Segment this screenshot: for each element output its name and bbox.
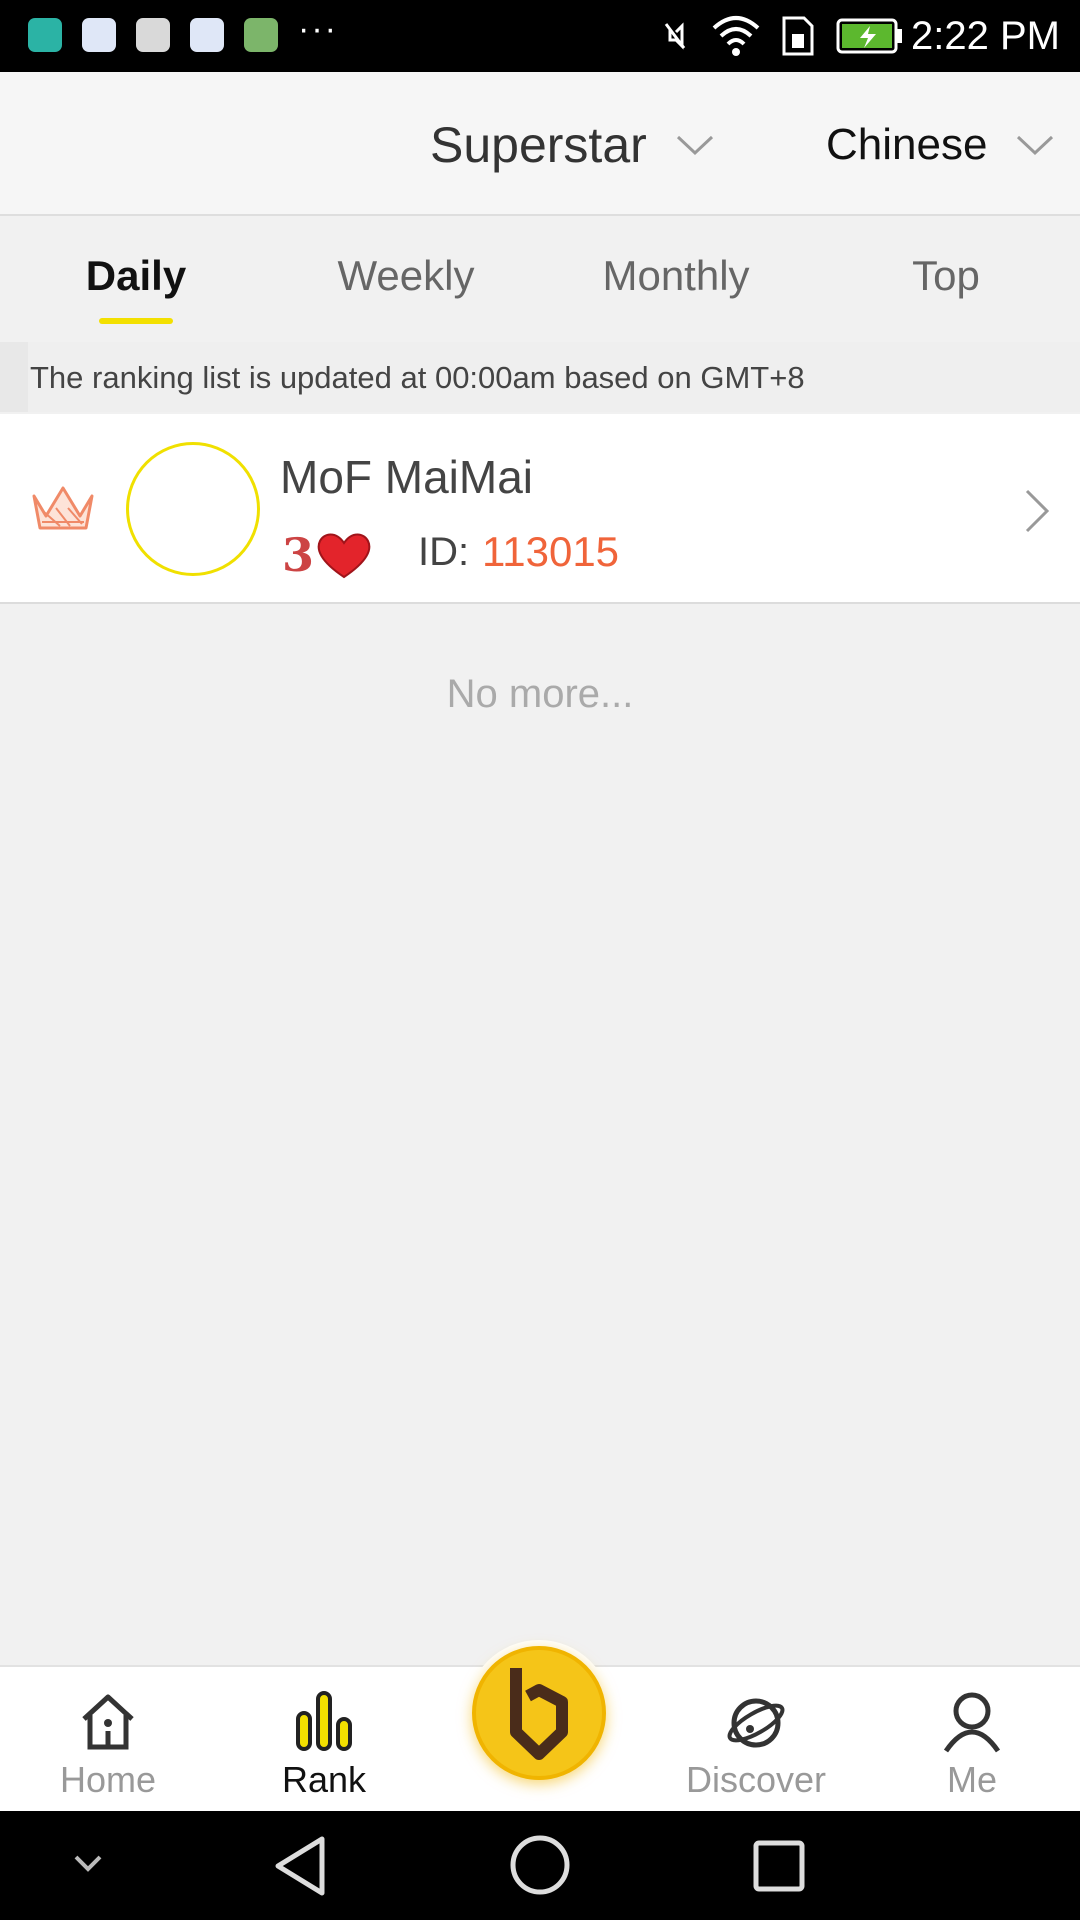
end-of-list-text: No more... [446, 672, 634, 716]
nav-label: Me [946, 1759, 997, 1800]
chevron-down-icon [1017, 135, 1054, 156]
nav-label: Discover [685, 1759, 827, 1800]
category-label: Superstar [430, 117, 647, 173]
crown-icon [32, 486, 94, 530]
ranking-list-item[interactable]: MoF MaiMai 3 ID: 113015 [0, 414, 1080, 604]
home-icon [82, 1694, 134, 1750]
chevron-down-icon [676, 135, 713, 156]
tab-weekly[interactable]: Weekly [296, 252, 516, 300]
nav-rank[interactable]: Rank [244, 1677, 404, 1801]
home-circle-icon[interactable] [508, 1833, 572, 1897]
muted-icon [664, 22, 686, 50]
active-tab-indicator [99, 318, 173, 324]
rank-bars-icon [296, 1691, 352, 1751]
back-icon[interactable] [272, 1835, 328, 1897]
tab-label: Weekly [337, 252, 475, 299]
font-app-icon [136, 18, 170, 52]
status-bar: ··· 2:22 PM [0, 0, 1080, 72]
brand-logo-icon [510, 1668, 568, 1760]
nav-discover[interactable]: Discover [676, 1677, 836, 1801]
heart-icon [317, 533, 371, 579]
language-label: Chinese [826, 120, 988, 169]
user-name: MoF MaiMai [280, 451, 534, 503]
level-number: 3 [282, 528, 315, 582]
center-action-button[interactable] [466, 1640, 612, 1786]
nav-me[interactable]: Me [892, 1677, 1052, 1801]
tab-label: Top [912, 252, 980, 299]
tab-label: Monthly [602, 252, 750, 299]
notice-text: The ranking list is updated at 00:00am b… [30, 360, 805, 395]
wifi-icon [712, 16, 760, 56]
battery-charging-icon [836, 18, 902, 54]
notice-marker [0, 342, 28, 412]
nav-label: Home [59, 1759, 157, 1800]
level-badge: 3 [282, 528, 372, 582]
category-dropdown[interactable]: Superstar [430, 116, 715, 174]
top-header: Superstar Chinese [0, 72, 1080, 216]
tab-label: Daily [85, 252, 187, 299]
period-tabs: Daily Weekly Monthly Top [0, 218, 1080, 340]
avatar[interactable] [126, 442, 260, 576]
baidu-icon [82, 18, 116, 52]
planet-icon [727, 1698, 785, 1748]
overflow-dots: ··· [298, 10, 338, 48]
user-id-value: 113015 [482, 528, 620, 575]
baidu-icon [190, 18, 224, 52]
language-dropdown[interactable]: Chinese [826, 120, 1055, 170]
sim-icon [782, 16, 814, 56]
telegram-icon [244, 18, 278, 52]
user-id-label: ID: [418, 530, 470, 574]
tab-top[interactable]: Top [836, 252, 1056, 300]
system-navigation-bar [0, 1811, 1080, 1920]
tab-daily[interactable]: Daily [26, 252, 246, 324]
person-icon [943, 1692, 1001, 1753]
clock-time: 2:22 PM [911, 14, 1060, 58]
collapse-icon[interactable] [72, 1851, 104, 1875]
nav-label: Rank [281, 1759, 367, 1800]
ranking-update-notice: The ranking list is updated at 00:00am b… [0, 342, 1080, 412]
recents-icon[interactable] [752, 1839, 806, 1893]
android-app-icon [28, 18, 62, 52]
chevron-right-icon [1025, 489, 1050, 533]
nav-home[interactable]: Home [28, 1677, 188, 1801]
tab-monthly[interactable]: Monthly [566, 252, 786, 300]
